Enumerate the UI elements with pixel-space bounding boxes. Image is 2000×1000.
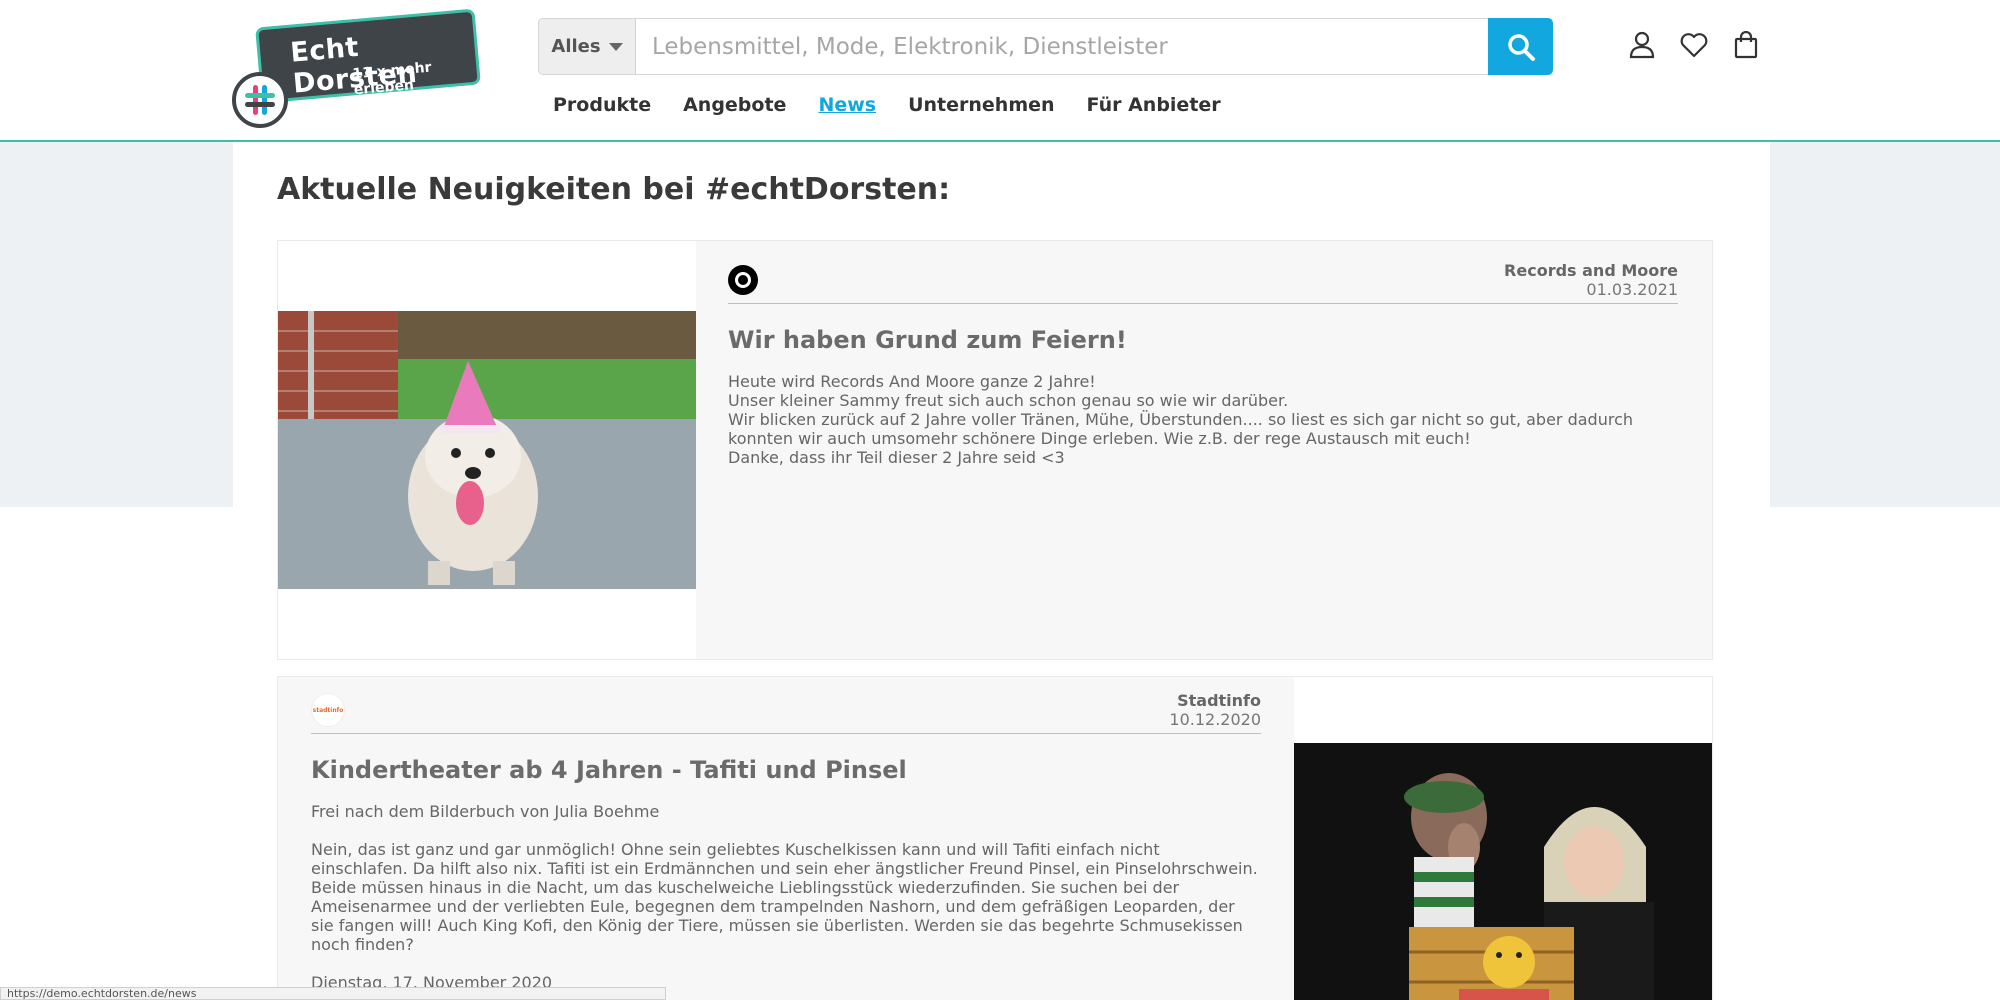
site-header: Echt Dorsten 11 x mehr erleben Alles Leb… xyxy=(0,0,2000,142)
news-card[interactable]: Records and Moore 01.03.2021 Wir haben G… xyxy=(277,240,1713,660)
company-avatar[interactable] xyxy=(728,265,758,295)
search-input[interactable] xyxy=(636,18,1488,75)
news-body: stadtinfo Stadtinfo 10.12.2020 Kinderthe… xyxy=(311,691,1261,1000)
post-line: Heute wird Records And Moore ganze 2 Jah… xyxy=(728,372,1096,391)
nav-item-produkte[interactable]: Produkte xyxy=(553,94,651,116)
search-category-select[interactable]: Alles xyxy=(538,18,636,75)
header-icons xyxy=(1628,28,1760,62)
heart-icon xyxy=(1680,33,1708,58)
news-meta: Records and Moore 01.03.2021 xyxy=(728,261,1678,304)
account-button[interactable] xyxy=(1628,28,1656,62)
company-avatar[interactable]: stadtinfo xyxy=(311,693,345,727)
post-date: 10.12.2020 xyxy=(1169,710,1261,729)
company-name[interactable]: Stadtinfo xyxy=(1169,691,1261,710)
post-intro: Frei nach dem Bilderbuch von Julia Boehm… xyxy=(311,802,660,821)
nav-item-news[interactable]: News xyxy=(818,94,876,116)
page-title: Aktuelle Neuigkeiten bei #echtDorsten: xyxy=(277,172,951,207)
nav-item-angebote[interactable]: Angebote xyxy=(683,94,786,116)
chevron-down-icon xyxy=(608,42,623,51)
nav-item-unternehmen[interactable]: Unternehmen xyxy=(908,94,1054,116)
news-image xyxy=(1294,677,1712,1000)
post-title[interactable]: Wir haben Grund zum Feiern! xyxy=(728,326,1678,354)
search-button[interactable] xyxy=(1488,18,1553,75)
news-body: Records and Moore 01.03.2021 Wir haben G… xyxy=(728,261,1678,467)
post-text: Frei nach dem Bilderbuch von Julia Boehm… xyxy=(311,802,1261,1000)
main-nav: Produkte Angebote News Unternehmen Für A… xyxy=(553,94,1221,116)
post-text: Heute wird Records And Moore ganze 2 Jah… xyxy=(728,372,1678,467)
post-description: Nein, das ist ganz und gar unmöglich! Oh… xyxy=(311,840,1258,954)
news-image xyxy=(278,241,696,659)
shopping-bag-icon xyxy=(1734,31,1758,59)
search-bar: Alles xyxy=(538,18,1553,75)
wishlist-button[interactable] xyxy=(1680,28,1708,62)
post-title[interactable]: Kindertheater ab 4 Jahren - Tafiti und P… xyxy=(311,756,1261,784)
search-icon xyxy=(1507,33,1535,61)
hashtag-icon xyxy=(232,72,288,128)
logo-tag: Echt Dorsten 11 x mehr erleben xyxy=(255,8,481,104)
post-line: Danke, dass ihr Teil dieser 2 Jahre seid… xyxy=(728,448,1065,467)
post-line: Wir blicken zurück auf 2 Jahre voller Tr… xyxy=(728,410,1634,448)
status-bar-url: https://demo.echtdorsten.de/news xyxy=(0,987,666,1000)
news-card[interactable]: stadtinfo Stadtinfo 10.12.2020 Kinderthe… xyxy=(277,676,1713,1000)
post-date: 01.03.2021 xyxy=(1586,280,1678,299)
main-content: Aktuelle Neuigkeiten bei #echtDorsten: R… xyxy=(233,142,1770,1000)
company-name[interactable]: Records and Moore xyxy=(1504,261,1678,280)
news-meta: stadtinfo Stadtinfo 10.12.2020 xyxy=(311,691,1261,734)
post-line: Unser kleiner Sammy freut sich auch scho… xyxy=(728,391,1289,410)
search-category-label: Alles xyxy=(551,36,601,57)
site-logo[interactable]: Echt Dorsten 11 x mehr erleben xyxy=(230,8,490,130)
nav-item-fuer-anbieter[interactable]: Für Anbieter xyxy=(1087,94,1221,116)
cart-button[interactable] xyxy=(1732,28,1760,62)
user-icon xyxy=(1629,31,1655,59)
